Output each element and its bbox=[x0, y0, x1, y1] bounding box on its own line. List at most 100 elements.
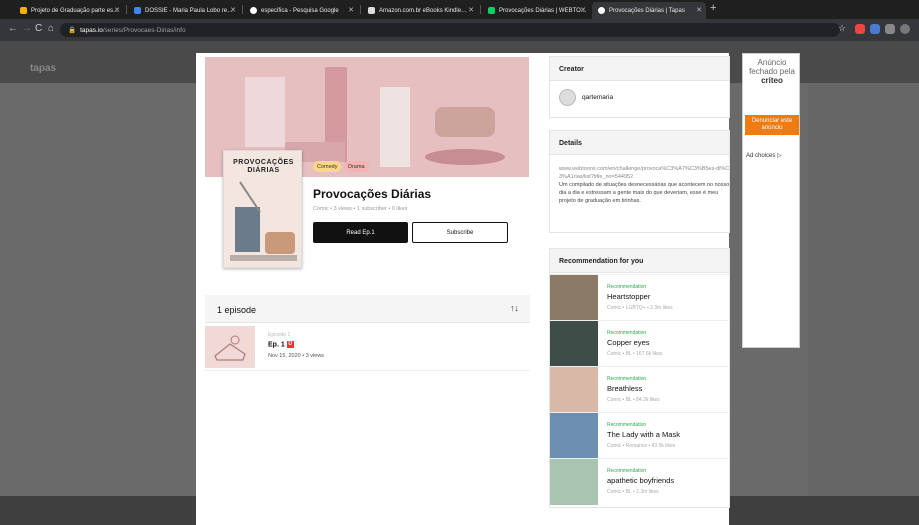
creator-card: Creator qartemaria bbox=[549, 56, 730, 118]
episode-thumbnail-art bbox=[214, 335, 246, 361]
recommendation-meta: Comic • BL • 167.6k likes bbox=[607, 351, 663, 357]
up-badge-icon: U bbox=[286, 341, 294, 348]
home-icon[interactable]: ⌂ bbox=[48, 23, 54, 34]
series-meta: Comic • 3 views • 1 subscriber • 0 likes bbox=[313, 206, 408, 212]
series-thumbnail[interactable]: PROVOCAÇÕES DIÁRIAS bbox=[223, 150, 302, 268]
address-bar[interactable]: 🔒 tapas.io/series/Provocaes-Dirias/info bbox=[60, 23, 840, 37]
browser-tab[interactable]: Provocações Diárias | WEBTO… ✕ bbox=[482, 2, 590, 19]
recommendation-meta: Comic • BL • 84.2k likes bbox=[607, 397, 660, 403]
recommendation-title: The Lady with a Mask bbox=[607, 430, 680, 439]
episode-number-label: Episode 1 bbox=[268, 332, 291, 338]
address-path: /series/Provocaes-Dirias/info bbox=[102, 26, 186, 34]
recommendation-title: Heartstopper bbox=[607, 292, 651, 301]
details-description: Um compilado de situações desnecessárias… bbox=[559, 182, 730, 204]
subscribe-button[interactable]: Subscribe bbox=[412, 222, 508, 243]
genre-tag[interactable]: Comedy bbox=[313, 161, 342, 172]
back-icon[interactable]: ← bbox=[8, 23, 18, 34]
creator-name[interactable]: qartemaria bbox=[582, 94, 613, 101]
bookmark-star-icon[interactable]: ☆ bbox=[838, 23, 846, 34]
extensions-puzzle-icon[interactable] bbox=[885, 24, 895, 34]
dimmed-background-right bbox=[808, 83, 919, 496]
recommendation-item[interactable]: Recommendation apathetic boyfriends Comi… bbox=[550, 458, 730, 505]
amazon-icon bbox=[368, 7, 375, 14]
new-tab-button[interactable]: + bbox=[710, 2, 716, 14]
close-tab-icon[interactable]: ✕ bbox=[114, 6, 120, 14]
details-url[interactable]: www.webtoons.com/en/challenge/provoca%C3… bbox=[559, 165, 731, 181]
genre-tag[interactable]: Drama bbox=[344, 161, 369, 172]
recommendation-title: Copper eyes bbox=[607, 338, 650, 347]
episode-title: Ep. 1U bbox=[268, 341, 294, 348]
details-heading: Details bbox=[550, 131, 729, 155]
extension-icon[interactable] bbox=[870, 24, 880, 34]
browser-tab-bar: Projeto de Graduação parte es… ✕ DOSSIE -… bbox=[0, 0, 919, 19]
browser-tab-active[interactable]: Provocações Diárias | Tapas ✕ bbox=[592, 2, 706, 19]
recommendation-meta: Comic • Romance • 43.5k likes bbox=[607, 443, 676, 449]
tab-separator bbox=[242, 5, 243, 14]
recommendation-thumbnail bbox=[550, 413, 598, 459]
ad-panel: Anúncio fechado pela criteo Denunciar est… bbox=[742, 53, 800, 348]
episode-title-text: Ep. 1 bbox=[268, 341, 285, 349]
tab-title: especifica - Pesquisa Google bbox=[261, 7, 339, 14]
tab-title: Provocações Diárias | WEBTO… bbox=[499, 7, 587, 14]
recommendation-item[interactable]: Recommendation Breathless Comic • BL • 8… bbox=[550, 366, 730, 413]
thumbnail-title: PROVOCAÇÕES DIÁRIAS bbox=[233, 159, 294, 174]
ad-closed-message: Anúncio fechado pela bbox=[749, 58, 795, 76]
webtoon-icon bbox=[488, 7, 495, 14]
recommendation-item[interactable]: Recommendation Heartstopper Comic • LGBT… bbox=[550, 274, 730, 321]
forward-icon[interactable]: → bbox=[22, 23, 32, 34]
extension-icon[interactable] bbox=[855, 24, 865, 34]
tab-separator bbox=[480, 5, 481, 14]
browser-tab[interactable]: Amazon.com.br eBooks Kindle… ✕ bbox=[362, 2, 478, 19]
episode-row[interactable]: Episode 1 Ep. 1U Nov 15, 2020 • 3 views bbox=[205, 324, 530, 371]
tab-separator bbox=[360, 5, 361, 14]
thumbnail-illustration bbox=[230, 181, 297, 261]
page-overlay: tapas PROVOCAÇÕES DIÁRIAS Comedy Drama P… bbox=[0, 41, 919, 525]
series-title: Provocações Diárias bbox=[313, 187, 432, 201]
criteo-logo: criteo bbox=[761, 76, 783, 85]
google-icon bbox=[250, 7, 257, 14]
recommendation-card: Recommendation for you Recommendation He… bbox=[549, 248, 730, 508]
read-episode-button[interactable]: Read Ep.1 bbox=[313, 222, 408, 243]
address-host: tapas.io bbox=[80, 26, 103, 34]
recommendation-title: apathetic boyfriends bbox=[607, 476, 675, 485]
recommendation-label: Recommendation bbox=[607, 330, 647, 336]
recommendation-item[interactable]: Recommendation The Lady with a Mask Comi… bbox=[550, 412, 730, 459]
tapas-logo-icon: tapas bbox=[30, 63, 57, 74]
recommendation-label: Recommendation bbox=[607, 468, 647, 474]
recommendation-title: Breathless bbox=[607, 384, 643, 393]
lock-icon: 🔒 bbox=[68, 27, 77, 34]
recommendation-heading: Recommendation for you bbox=[550, 249, 729, 273]
details-card: Details www.webtoons.com/en/challenge/pr… bbox=[549, 130, 730, 233]
browser-toolbar: ← → C ⌂ 🔒 tapas.io/series/Provocaes-Diria… bbox=[0, 19, 919, 41]
episode-list-header: 1 episode ↑↓ bbox=[205, 295, 530, 323]
episode-thumbnail bbox=[205, 326, 255, 368]
close-tab-icon[interactable]: ✕ bbox=[468, 6, 474, 14]
creator-heading: Creator bbox=[550, 57, 729, 81]
details-body: www.webtoons.com/en/challenge/provoca%C3… bbox=[559, 165, 731, 205]
profile-avatar-icon[interactable] bbox=[900, 24, 910, 34]
browser-tab[interactable]: especifica - Pesquisa Google ✕ bbox=[244, 2, 358, 19]
close-tab-icon[interactable]: ✕ bbox=[230, 6, 236, 14]
recommendation-thumbnail bbox=[550, 459, 598, 505]
creator-avatar[interactable] bbox=[559, 89, 576, 106]
tab-favicon-icon bbox=[20, 7, 27, 14]
report-ad-button[interactable]: Denunciar este anúncio bbox=[745, 115, 799, 135]
close-tab-icon[interactable]: ✕ bbox=[348, 6, 354, 14]
tab-title: DOSSIE - Maria Paula Lobo re… bbox=[145, 7, 234, 14]
recommendation-item[interactable]: Recommendation Copper eyes Comic • BL • … bbox=[550, 320, 730, 367]
recommendation-thumbnail bbox=[550, 367, 598, 413]
tab-title: Projeto de Graduação parte es… bbox=[31, 7, 120, 14]
tab-title: Amazon.com.br eBooks Kindle… bbox=[379, 7, 468, 14]
recommendation-label: Recommendation bbox=[607, 422, 647, 428]
tab-separator bbox=[126, 5, 127, 14]
browser-tab[interactable]: DOSSIE - Maria Paula Lobo re… ✕ bbox=[128, 2, 240, 19]
close-tab-icon[interactable]: ✕ bbox=[580, 6, 586, 14]
reload-icon[interactable]: C bbox=[35, 23, 42, 34]
close-tab-icon[interactable]: ✕ bbox=[696, 6, 702, 14]
recommendation-meta: Comic • LGBTQ+ • 2.3m likes bbox=[607, 305, 673, 311]
browser-tab[interactable]: Projeto de Graduação parte es… ✕ bbox=[14, 2, 124, 19]
ad-closed-text: Anúncio fechado pela criteo bbox=[743, 58, 801, 85]
episode-count: 1 episode bbox=[217, 305, 257, 315]
sort-icon[interactable]: ↑↓ bbox=[510, 303, 519, 313]
ad-choices-link[interactable]: Ad choices ▷ bbox=[746, 152, 782, 159]
